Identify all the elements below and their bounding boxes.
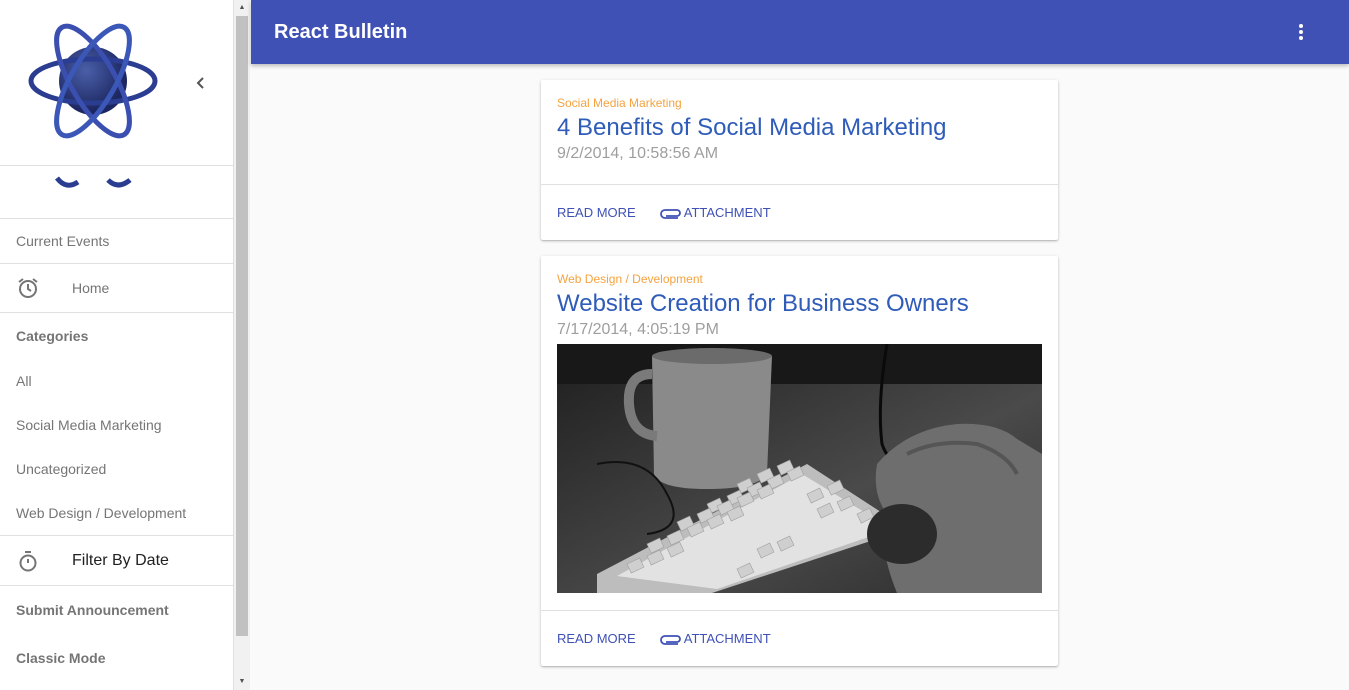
scroll-down-arrow[interactable]: ▼ bbox=[234, 674, 250, 690]
post-card: Web Design / Development Website Creatio… bbox=[541, 256, 1058, 666]
sidebar-scrollbar[interactable]: ▲ ▼ bbox=[234, 0, 250, 690]
scroll-up-arrow[interactable]: ▲ bbox=[234, 0, 250, 16]
post-actions: READ MORE ATTACHMENT bbox=[541, 610, 1058, 666]
sidebar-item-home[interactable]: Home bbox=[0, 264, 233, 313]
post-date: 7/17/2014, 4:05:19 PM bbox=[557, 321, 719, 338]
sidebar-item-uncategorized[interactable]: Uncategorized bbox=[0, 447, 233, 491]
sidebar: Current Events Home Categories All Socia… bbox=[0, 0, 234, 690]
post-card: Social Media Marketing 4 Benefits of Soc… bbox=[541, 80, 1058, 240]
app-title: React Bulletin bbox=[274, 20, 408, 43]
attachment-label: ATTACHMENT bbox=[683, 205, 771, 220]
sidebar-item-label: Social Media Marketing bbox=[16, 417, 162, 433]
collapse-sidebar-button[interactable] bbox=[188, 70, 214, 96]
sidebar-header-label: Categories bbox=[16, 328, 89, 344]
sidebar-item-label: Current Events bbox=[16, 233, 110, 249]
chevron-left-icon bbox=[196, 77, 204, 89]
atom-logo-partial bbox=[55, 176, 132, 188]
sidebar-item-label: All bbox=[16, 373, 32, 389]
sidebar-item-label: Web Design / Development bbox=[16, 505, 187, 521]
logo-peek bbox=[0, 166, 233, 219]
sidebar-item-social-media-marketing[interactable]: Social Media Marketing bbox=[0, 403, 233, 447]
read-more-button[interactable]: READ MORE bbox=[557, 205, 636, 220]
logo-area bbox=[0, 0, 233, 166]
sidebar-item-all[interactable]: All bbox=[0, 359, 233, 403]
post-date: 9/2/2014, 10:58:56 AM bbox=[557, 145, 719, 162]
stopwatch-icon bbox=[16, 549, 40, 573]
sidebar-item-label: Filter By Date bbox=[72, 551, 169, 569]
sidebar-item-label: Submit Announcement bbox=[16, 602, 169, 618]
post-category[interactable]: Web Design / Development bbox=[557, 272, 1042, 286]
more-vert-icon[interactable] bbox=[1291, 22, 1311, 42]
paperclip-icon bbox=[659, 208, 681, 219]
sidebar-item-label: Classic Mode bbox=[16, 650, 106, 666]
sidebar-header-categories: Categories bbox=[0, 313, 233, 359]
post-image[interactable] bbox=[557, 344, 1042, 593]
sidebar-item-submit-announcement[interactable]: Submit Announcement bbox=[0, 586, 233, 634]
post-title[interactable]: 4 Benefits of Social Media Marketing bbox=[557, 112, 1042, 144]
sidebar-item-label: Home bbox=[72, 280, 110, 296]
keyboard-mug-photo bbox=[557, 344, 1042, 593]
paperclip-icon bbox=[659, 634, 681, 645]
attachment-button[interactable]: ATTACHMENT bbox=[659, 631, 771, 646]
post-title[interactable]: Website Creation for Business Owners bbox=[557, 288, 1042, 320]
post-actions: READ MORE ATTACHMENT bbox=[541, 184, 1058, 240]
sidebar-item-current-events[interactable]: Current Events bbox=[0, 219, 233, 264]
alarm-clock-icon bbox=[16, 276, 40, 300]
atom-logo bbox=[28, 23, 158, 139]
post-category[interactable]: Social Media Marketing bbox=[557, 96, 1042, 110]
app-bar: React Bulletin bbox=[251, 0, 1349, 64]
attachment-label: ATTACHMENT bbox=[683, 631, 771, 646]
sidebar-item-classic-mode[interactable]: Classic Mode bbox=[0, 634, 233, 682]
sidebar-item-filter-by-date[interactable]: Filter By Date bbox=[0, 536, 233, 586]
scroll-thumb[interactable] bbox=[236, 16, 248, 636]
sidebar-item-web-design-development[interactable]: Web Design / Development bbox=[0, 491, 233, 536]
attachment-button[interactable]: ATTACHMENT bbox=[659, 205, 771, 220]
read-more-button[interactable]: READ MORE bbox=[557, 631, 636, 646]
sidebar-item-label: Uncategorized bbox=[16, 461, 107, 477]
